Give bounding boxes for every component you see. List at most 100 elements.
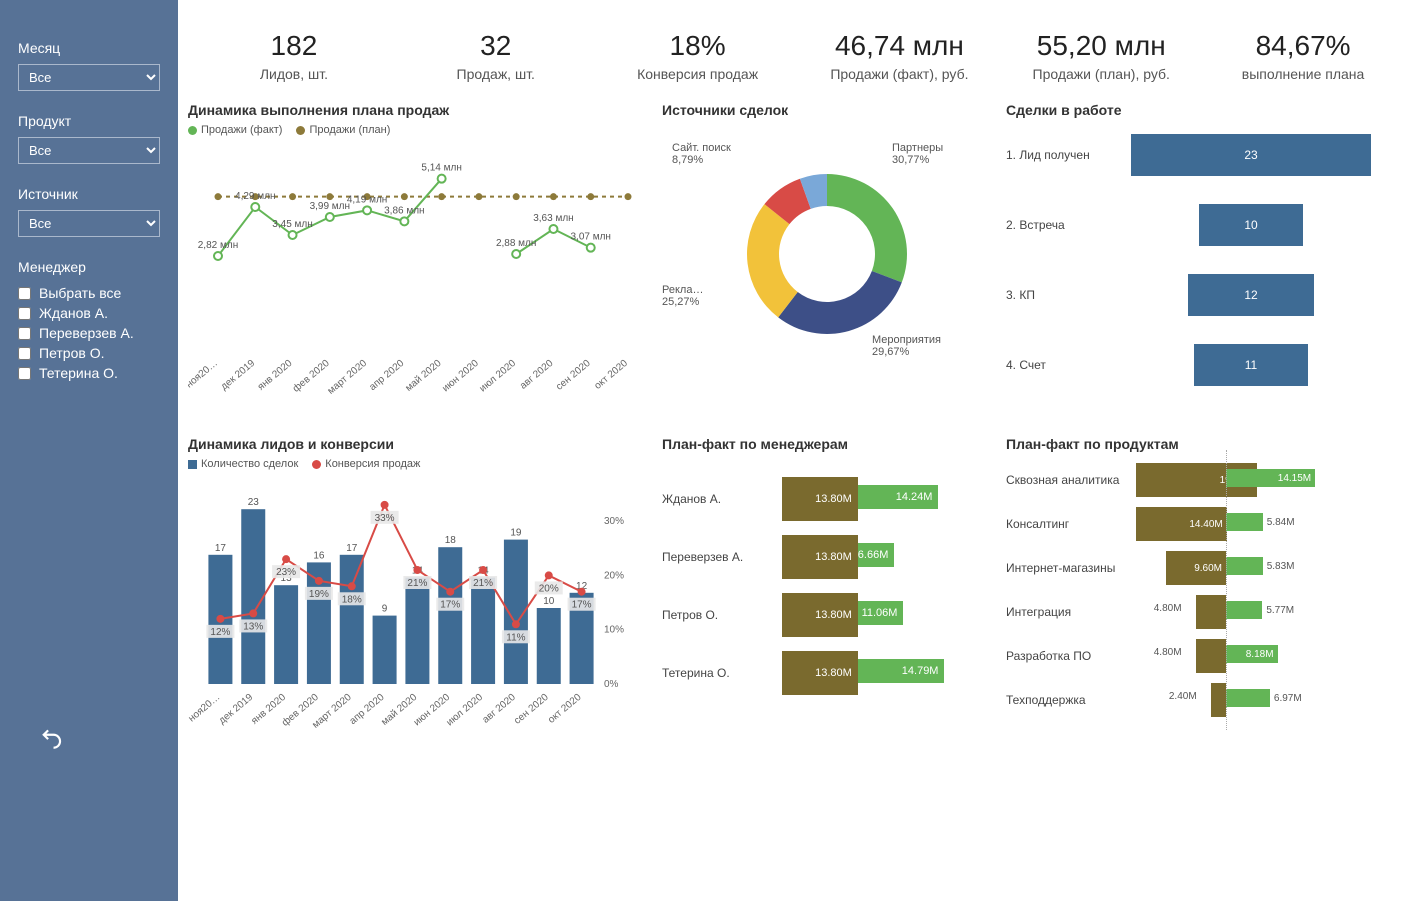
manager-checkbox-item[interactable]: Тетерина О. [18, 363, 160, 383]
pf-product-label: Интернет-магазины [1006, 561, 1136, 575]
checkbox[interactable] [18, 327, 31, 340]
kpi-card: 32 Продаж, шт. [400, 30, 592, 82]
manager-checkbox-item[interactable]: Жданов А. [18, 303, 160, 323]
pf-fact-bar: 14.24M [858, 485, 939, 509]
chart-pf-managers: План-факт по менеджерам Жданов А.13.80M1… [662, 436, 992, 756]
funnel-bar: 23 [1131, 134, 1371, 176]
svg-text:май 2020: май 2020 [404, 358, 444, 394]
filter-product: Продукт Все [18, 113, 160, 164]
svg-text:17: 17 [215, 543, 227, 554]
pf-fact-bar [1226, 689, 1270, 707]
filter-source-select[interactable]: Все [18, 210, 160, 237]
pf-product-row: Разработка ПО4.80M8.18M [1006, 634, 1386, 678]
pf-fact-bar [1226, 557, 1263, 575]
svg-text:4,29 млн: 4,29 млн [235, 191, 275, 202]
svg-text:30%: 30% [604, 516, 624, 527]
svg-text:0%: 0% [604, 679, 619, 690]
filter-manager-label: Менеджер [18, 259, 160, 275]
kpi-value: 18% [602, 30, 794, 62]
svg-text:18: 18 [445, 535, 457, 546]
checkbox[interactable] [18, 307, 31, 320]
pf-product-row: Техподдержка2.40M6.97M [1006, 678, 1386, 722]
svg-text:9: 9 [382, 604, 388, 615]
checkbox-label: Тетерина О. [39, 365, 118, 381]
pf-fact-bar: 8.18M [1226, 645, 1278, 663]
panel-title: Динамика выполнения плана продаж [188, 102, 648, 118]
pf-fact-bar [1226, 601, 1262, 619]
checkbox[interactable] [18, 347, 31, 360]
funnel-stage-label: 1. Лид получен [1006, 148, 1116, 162]
pie-slice-label: Сайт. поиск8,79% [672, 142, 731, 166]
svg-text:июн 2020: июн 2020 [440, 358, 481, 395]
kpi-value: 55,20 млн [1005, 30, 1197, 62]
pf-fact-bar: 11.06M [858, 601, 904, 625]
kpi-label: Конверсия продаж [602, 66, 794, 82]
kpi-label: выполнение плана [1207, 66, 1399, 82]
checkbox[interactable] [18, 367, 31, 380]
svg-text:16: 16 [313, 550, 325, 561]
kpi-label: Продаж, шт. [400, 66, 592, 82]
svg-text:июл 2020: июл 2020 [444, 692, 485, 729]
svg-text:янв 2020: янв 2020 [256, 358, 295, 393]
funnel-row: 2. Встреча10 [1006, 204, 1386, 246]
pf-manager-label: Петров О. [662, 608, 782, 622]
svg-text:17%: 17% [440, 600, 460, 611]
panel-title: Сделки в работе [1006, 102, 1386, 118]
funnel-stage-label: 3. КП [1006, 288, 1116, 302]
pf-plan-bar: 13.80M [782, 535, 858, 579]
filter-product-label: Продукт [18, 113, 160, 129]
svg-text:21%: 21% [407, 578, 427, 589]
svg-text:19%: 19% [309, 589, 329, 600]
svg-text:5,14 млн: 5,14 млн [421, 163, 461, 174]
manager-checkbox-item[interactable]: Переверзев А. [18, 323, 160, 343]
svg-text:23: 23 [248, 497, 260, 508]
filter-manager: Менеджер Выбрать все Жданов А. Переверзев … [18, 259, 160, 383]
kpi-card: 84,67% выполнение плана [1207, 30, 1399, 82]
svg-text:окт 2020: окт 2020 [592, 358, 630, 392]
chart-leads-conversion: Динамика лидов и конверсии Количество сд… [188, 436, 648, 756]
kpi-card: 18% Конверсия продаж [602, 30, 794, 82]
chart-sources: Источники сделок Партнеры30,77%Мероприят… [662, 102, 992, 422]
svg-text:июл 2020: июл 2020 [478, 358, 519, 395]
pf-plan-bar: 13.80M [782, 593, 858, 637]
svg-text:3,63 млн: 3,63 млн [533, 213, 573, 224]
pf-plan-bar [1211, 683, 1226, 717]
svg-text:17: 17 [346, 543, 358, 554]
svg-text:11%: 11% [506, 632, 525, 643]
kpi-value: 84,67% [1207, 30, 1399, 62]
filter-source-label: Источник [18, 186, 160, 202]
svg-text:17%: 17% [572, 600, 592, 611]
kpi-value: 32 [400, 30, 592, 62]
filter-month: Месяц Все [18, 40, 160, 91]
chart-funnel: Сделки в работе 1. Лид получен 23 2. Встре… [1006, 102, 1386, 422]
svg-text:авг 2020: авг 2020 [480, 692, 518, 726]
svg-text:20%: 20% [539, 583, 559, 594]
panel-title: Источники сделок [662, 102, 992, 118]
pf-manager-row: Переверзев А.13.80M6.66M [662, 528, 992, 586]
funnel-row: 1. Лид получен 23 [1006, 134, 1386, 176]
pf-plan-bar: 13.80M [782, 651, 858, 695]
panel-title: Динамика лидов и конверсии [188, 436, 648, 452]
svg-text:10%: 10% [604, 625, 624, 636]
filter-product-select[interactable]: Все [18, 137, 160, 164]
checkbox-label: Выбрать все [39, 285, 121, 301]
filter-month-select[interactable]: Все [18, 64, 160, 91]
funnel-bar: 11 [1194, 344, 1309, 386]
kpi-card: 182Лидов, шт. [198, 30, 390, 82]
checkbox[interactable] [18, 287, 31, 300]
pf-product-label: Сквозная аналитика [1006, 473, 1136, 487]
manager-checkbox-item[interactable]: Петров О. [18, 343, 160, 363]
svg-text:20%: 20% [604, 570, 624, 581]
back-button[interactable] [40, 725, 66, 751]
pf-plan-bar: 13.80M [782, 477, 858, 521]
svg-text:сен 2020: сен 2020 [554, 358, 593, 393]
kpi-value: 182 [198, 30, 390, 62]
svg-text:3,99 млн: 3,99 млн [310, 201, 350, 212]
checkbox-label: Жданов А. [39, 305, 108, 321]
manager-checkbox-item[interactable]: Выбрать все [18, 283, 160, 303]
svg-text:4,19 млн: 4,19 млн [347, 194, 387, 205]
pf-manager-label: Тетерина О. [662, 666, 782, 680]
panel-title: План-факт по менеджерам [662, 436, 992, 452]
pf-product-row: Интеграция4.80M5.77M [1006, 590, 1386, 634]
pf-manager-label: Жданов А. [662, 492, 782, 506]
